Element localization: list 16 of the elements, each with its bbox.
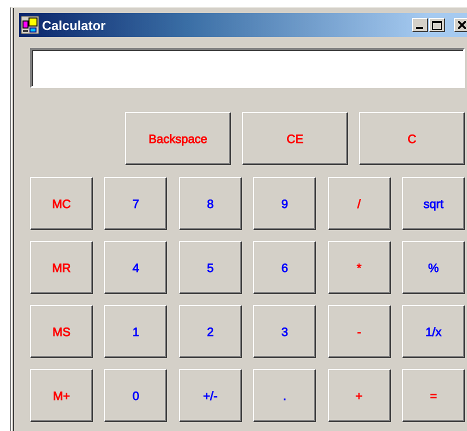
calculator-key[interactable]: 8 [178, 177, 242, 230]
calculator-key[interactable]: 6 [253, 241, 316, 294]
calculator-key[interactable]: 9 [253, 177, 316, 230]
calculator-key[interactable]: 4 [104, 241, 168, 294]
calculator-key[interactable]: 3 [253, 305, 316, 358]
calculator-key[interactable]: 7 [104, 177, 168, 230]
calculator-key[interactable]: 2 [178, 305, 242, 358]
calculator-key[interactable]: 1/x [402, 305, 465, 358]
calculator-key[interactable]: . [253, 369, 316, 422]
calculator-key[interactable]: 5 [178, 241, 242, 294]
calculator-key[interactable]: +/- [178, 369, 242, 422]
calculator-key[interactable]: sqrt [402, 177, 465, 230]
window-title: Calculator [42, 18, 107, 32]
calculator-key[interactable]: 1 [104, 305, 168, 358]
calculator-key[interactable]: 0 [104, 369, 168, 422]
calculator-key[interactable]: % [402, 241, 465, 294]
